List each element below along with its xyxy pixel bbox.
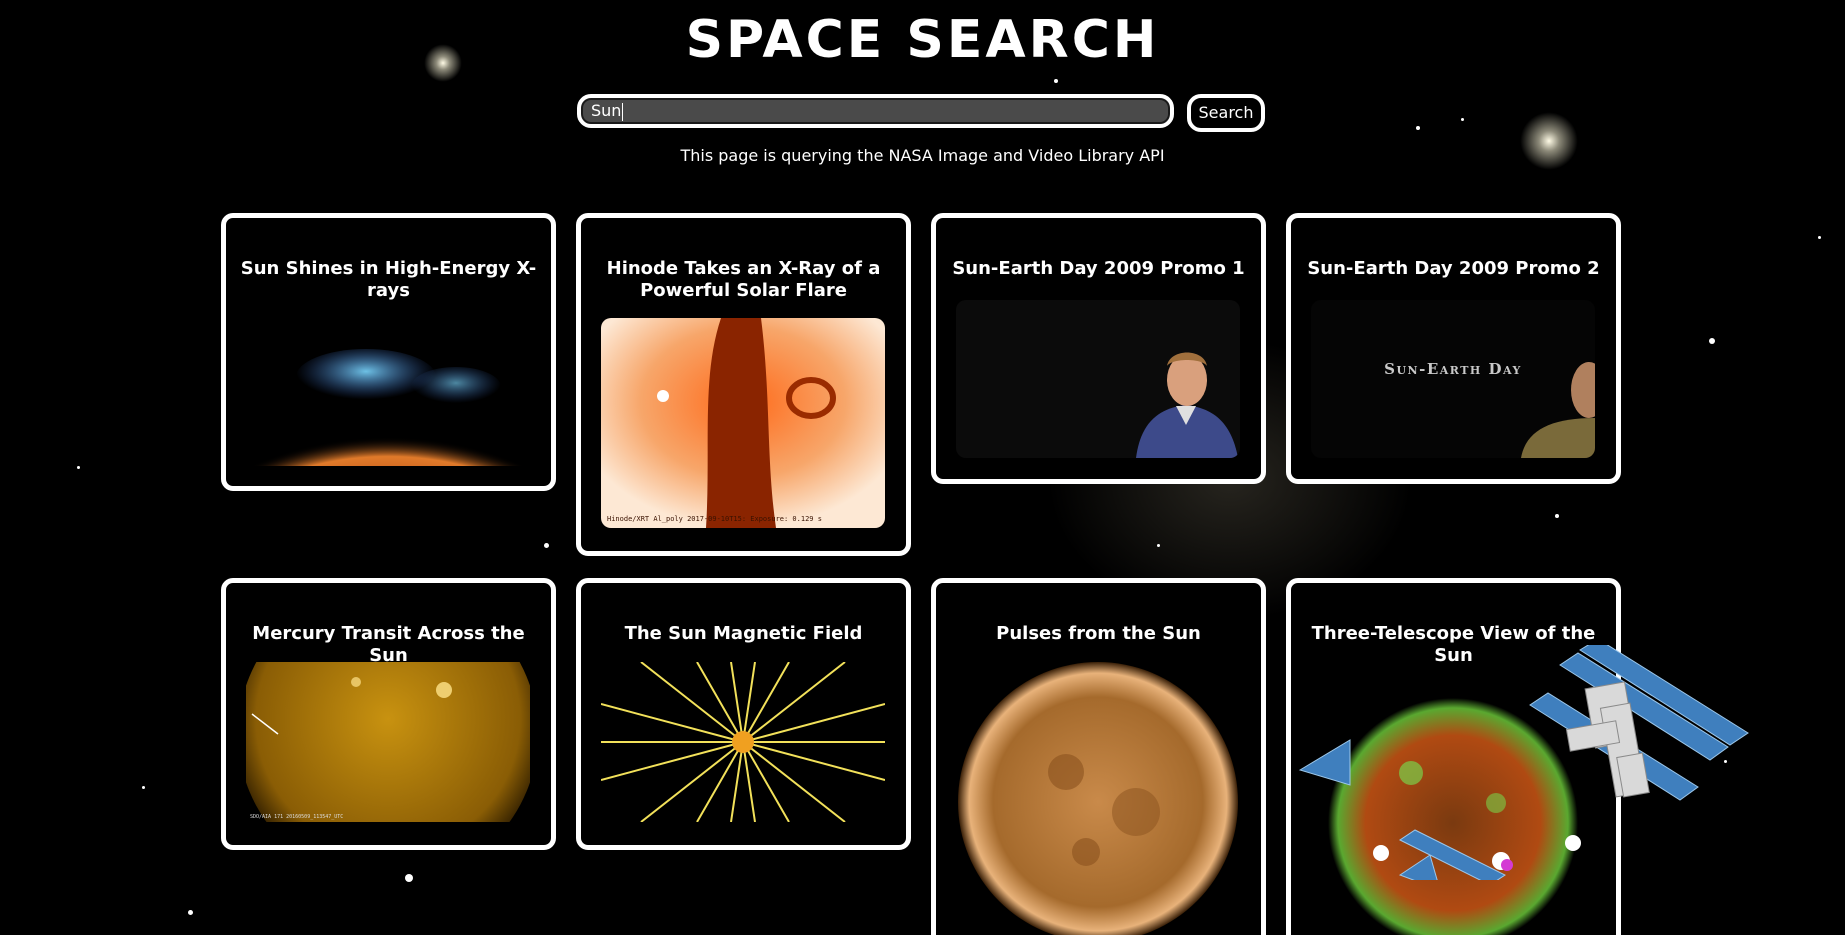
page-title: SPACE SEARCH [685,10,1160,70]
star [1818,236,1821,239]
result-card[interactable]: Sun Shines in High-Energy X-rays [221,213,556,491]
star [1416,126,1420,130]
sun-pulses-image [956,662,1240,935]
sun-xray-limb-image [246,332,530,466]
result-card[interactable]: The Sun Magnetic Field [576,578,911,850]
hinode-solar-flare-image: Hinode/XRT Al_poly 2017-09-10T15: Exposu… [601,318,885,528]
result-card[interactable]: Hinode Takes an X-Ray of a Powerful Sola… [576,213,911,556]
search-button[interactable]: Search [1187,94,1265,132]
image-caption: Hinode/XRT Al_poly 2017-09-10T15: Exposu… [607,515,822,523]
still-overlay-text: Sun-Earth Day [1384,360,1522,378]
star [1461,118,1464,121]
result-card-title: Sun-Earth Day 2009 Promo 2 [1307,258,1600,279]
solar-flare-svg: Hinode/XRT Al_poly 2017-09-10T15: Exposu… [601,318,885,528]
star [1555,514,1559,518]
result-card[interactable]: Sun-Earth Day 2009 Promo 1 [931,213,1266,484]
mercury-transit-svg: SDO/AIA 171 20160509_113547_UTC [246,662,530,822]
star [77,466,80,469]
magnetic-field-diagram [601,662,885,822]
sun-pulses-svg [956,662,1240,935]
search-input[interactable]: Sun [577,94,1174,128]
result-card[interactable]: Sun-Earth Day 2009 Promo 2 Sun-Earth Day [1286,213,1621,484]
star [1157,544,1160,547]
sun-earth-day-title-still: Sun-Earth Day [1311,300,1595,458]
text-cursor [622,102,624,121]
result-card-title: Sun-Earth Day 2009 Promo 1 [952,258,1245,279]
star [405,874,413,882]
image-caption: SDO/AIA 171 20160509_113547_UTC [250,814,343,820]
sun-xray-svg [246,332,530,466]
result-card-title: Pulses from the Sun [996,623,1201,644]
star [1709,338,1715,344]
star [544,543,549,548]
space-station-graphic [1298,645,1749,880]
presenter-video-still [956,300,1240,458]
star [1054,79,1058,83]
star [142,786,145,789]
star [188,910,193,915]
mercury-transit-image: SDO/AIA 171 20160509_113547_UTC [246,662,530,822]
result-card-title: The Sun Magnetic Field [624,623,863,644]
result-card[interactable]: Mercury Transit Across the Sun SDO/AIA 1… [221,578,556,850]
result-card[interactable]: Pulses from the Sun [931,578,1266,935]
presenter-svg [956,300,1240,458]
result-card-title: Hinode Takes an X-Ray of a Powerful Sola… [606,258,881,301]
result-card-title: Sun Shines in High-Energy X-rays [240,258,537,301]
result-card-title: Mercury Transit Across the Sun [252,623,525,666]
title-still-svg: Sun-Earth Day [1311,300,1595,458]
magnetic-field-svg [601,662,885,822]
search-input-value: Sun [591,101,622,120]
api-note: This page is querying the NASA Image and… [680,146,1165,165]
space-background: SPACE SEARCH Sun Search This page is que… [0,0,1845,935]
